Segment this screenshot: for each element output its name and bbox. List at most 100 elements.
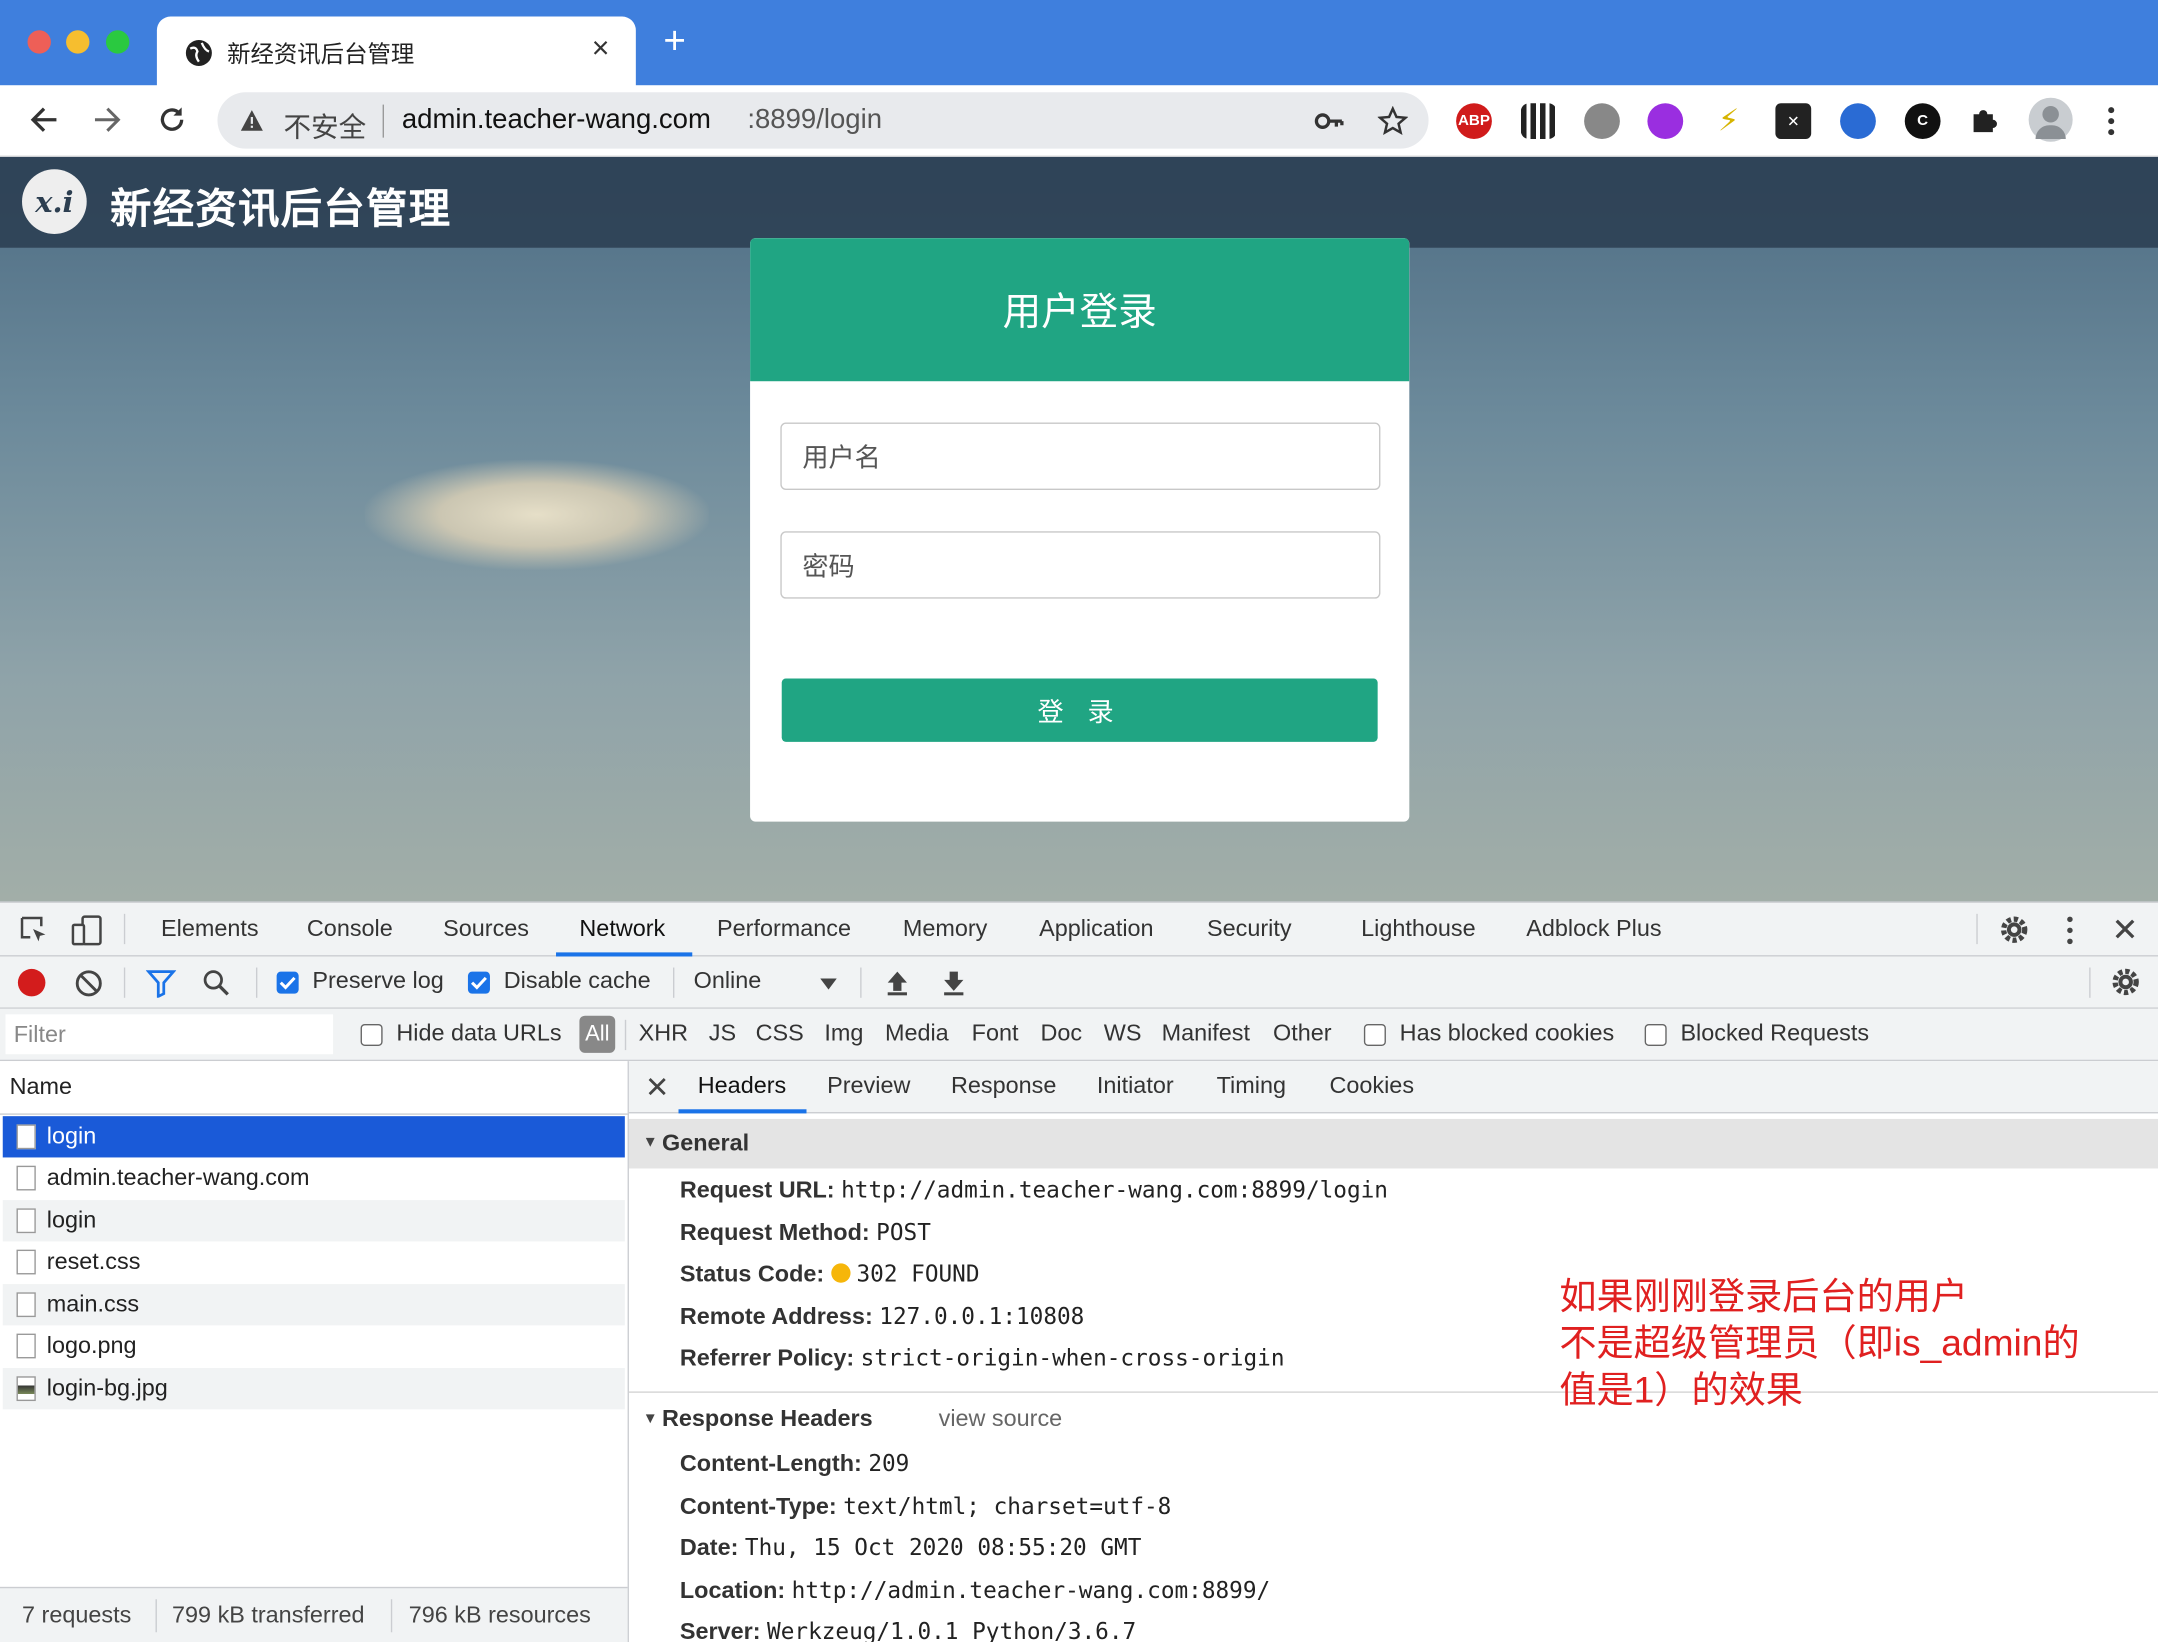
separator — [123, 913, 126, 945]
general-section-header[interactable]: ▼ General — [628, 1118, 2158, 1169]
translate-extension-icon[interactable] — [1840, 103, 1876, 140]
tab-console[interactable]: Console — [307, 915, 393, 943]
puzzle-extensions-icon[interactable] — [1968, 103, 2001, 136]
type-filter-manifest[interactable]: Manifest — [1162, 1020, 1250, 1048]
import-har-icon[interactable] — [885, 969, 910, 997]
globe-icon — [185, 39, 212, 66]
preserve-log-label[interactable]: Preserve log — [312, 968, 443, 996]
request-row[interactable]: main.css — [2, 1284, 625, 1326]
key-icon[interactable] — [1314, 109, 1344, 134]
devtools-menu-icon[interactable] — [2064, 915, 2075, 945]
type-filter-doc[interactable]: Doc — [1040, 1020, 1082, 1048]
tab-adblock-plus[interactable]: Adblock Plus — [1526, 915, 1661, 943]
device-toolbar-icon[interactable] — [70, 914, 103, 947]
tab-network[interactable]: Network — [579, 915, 665, 943]
username-input[interactable]: 用户名 — [780, 422, 1381, 490]
request-row[interactable]: logo.png — [3, 1325, 625, 1366]
view-source-link[interactable]: view source — [939, 1405, 1063, 1433]
globe-extension-icon[interactable] — [1584, 103, 1620, 140]
header-remote-address: Remote Address: 127.0.0.1:10808 — [679, 1303, 1085, 1330]
record-icon[interactable] — [17, 968, 46, 997]
blocked-requests-checkbox[interactable] — [1644, 1023, 1667, 1046]
tab-performance[interactable]: Performance — [717, 915, 851, 943]
type-filter-ws[interactable]: WS — [1104, 1020, 1142, 1048]
tab-close-icon[interactable]: × — [592, 30, 610, 66]
request-name: admin.teacher-wang.com — [46, 1164, 310, 1191]
close-window-button[interactable] — [27, 30, 51, 54]
type-filter-media[interactable]: Media — [885, 1020, 949, 1048]
name-column-header[interactable]: Name — [0, 1061, 628, 1115]
header-date: Date: Thu, 15 Oct 2020 08:55:20 GMT — [679, 1534, 1142, 1561]
detail-tab-initiator[interactable]: Initiator — [1097, 1072, 1174, 1100]
security-label[interactable]: 不安全 — [284, 105, 367, 145]
filter-input[interactable]: Filter — [5, 1014, 334, 1055]
type-filter-css[interactable]: CSS — [756, 1020, 804, 1048]
request-row[interactable]: admin.teacher-wang.com — [3, 1157, 625, 1198]
bookmark-star-icon[interactable] — [1377, 105, 1408, 136]
search-icon[interactable] — [202, 969, 231, 998]
browser-menu-icon[interactable] — [2106, 106, 2117, 136]
filter-funnel-icon[interactable] — [145, 969, 177, 998]
blocked-requests-label[interactable]: Blocked Requests — [1680, 1020, 1869, 1048]
throttling-select[interactable]: Online — [694, 968, 762, 996]
minimize-window-button[interactable] — [66, 30, 90, 54]
has-blocked-cookies-checkbox[interactable] — [1363, 1023, 1386, 1046]
request-row[interactable]: reset.css — [3, 1241, 625, 1282]
request-row[interactable]: login — [2, 1200, 625, 1242]
type-filter-xhr[interactable]: XHR — [639, 1020, 688, 1048]
x-extension-icon[interactable]: ✕ — [1775, 103, 1812, 140]
tab-lighthouse[interactable]: Lighthouse — [1361, 915, 1475, 943]
disable-cache-checkbox[interactable] — [467, 971, 490, 994]
lightning-extension-icon[interactable]: ⚡ — [1711, 103, 1747, 139]
reload-icon[interactable] — [157, 105, 187, 135]
tab-application[interactable]: Application — [1039, 915, 1153, 943]
password-input[interactable]: 密码 — [780, 531, 1381, 599]
c-extension-icon[interactable]: C — [1904, 103, 1941, 140]
tab-sources[interactable]: Sources — [443, 915, 529, 943]
detail-tab-preview[interactable]: Preview — [827, 1072, 910, 1100]
chevron-down-icon[interactable] — [820, 978, 837, 990]
red-annotation: 如果刚刚登录后台的用户 不是超级管理员（即is_admin的 值是1）的效果 — [1559, 1273, 2079, 1413]
network-settings-icon[interactable] — [2110, 966, 2142, 998]
tab-memory[interactable]: Memory — [903, 915, 988, 943]
request-row-selected[interactable]: login — [2, 1116, 625, 1158]
address-bar[interactable]: 不安全 admin.teacher-wang.com :8899/login — [217, 92, 1429, 149]
type-filter-other[interactable]: Other — [1273, 1020, 1332, 1048]
detail-tab-timing[interactable]: Timing — [1217, 1072, 1286, 1100]
qr-code-icon[interactable] — [1520, 103, 1557, 140]
request-row[interactable]: login-bg.jpg — [2, 1368, 625, 1410]
response-headers-section-header[interactable]: ▼ Response Headers view source — [629, 1397, 1592, 1438]
hide-data-urls-checkbox[interactable] — [360, 1023, 383, 1046]
request-name: logo.png — [46, 1332, 137, 1359]
has-blocked-cookies-label[interactable]: Has blocked cookies — [1400, 1020, 1615, 1048]
clear-icon[interactable] — [74, 969, 103, 998]
close-detail-icon[interactable] — [648, 1078, 666, 1096]
hide-data-urls-label[interactable]: Hide data URLs — [396, 1020, 561, 1048]
back-arrow-icon[interactable] — [29, 105, 59, 135]
disable-cache-label[interactable]: Disable cache — [504, 968, 651, 996]
login-button[interactable]: 登 录 — [781, 678, 1378, 742]
preserve-log-checkbox[interactable] — [276, 971, 299, 994]
type-filter-font[interactable]: Font — [972, 1020, 1019, 1048]
tab-elements[interactable]: Elements — [161, 915, 259, 943]
detail-tab-cookies[interactable]: Cookies — [1329, 1072, 1414, 1100]
tab-security[interactable]: Security — [1207, 915, 1292, 943]
adblock-plus-icon[interactable]: ABP — [1456, 103, 1492, 140]
type-filter-all[interactable]: All — [579, 1015, 616, 1053]
profile-avatar-icon[interactable] — [2028, 97, 2073, 142]
settings-gear-icon[interactable] — [1998, 914, 2030, 946]
type-filter-img[interactable]: Img — [824, 1020, 863, 1048]
export-har-icon[interactable] — [941, 969, 966, 997]
browser-tab[interactable]: 新经资讯后台管理 × — [156, 16, 636, 89]
inspect-element-icon[interactable] — [19, 915, 49, 945]
header-request-url: Request URL: http://admin.teacher-wang.c… — [679, 1176, 1388, 1203]
new-tab-button[interactable]: + — [663, 19, 686, 63]
forward-arrow-icon[interactable] — [92, 105, 122, 135]
request-list: Name login admin.teacher-wang.com login … — [0, 1061, 629, 1642]
close-devtools-icon[interactable] — [2114, 918, 2136, 940]
detail-tab-headers[interactable]: Headers — [698, 1072, 786, 1100]
type-filter-js[interactable]: JS — [709, 1020, 736, 1048]
purple-extension-icon[interactable] — [1647, 103, 1684, 140]
maximize-window-button[interactable] — [105, 30, 130, 54]
detail-tab-response[interactable]: Response — [951, 1072, 1056, 1100]
